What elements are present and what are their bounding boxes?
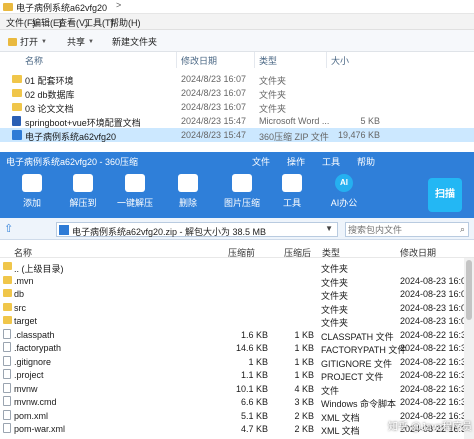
tools-icon (282, 174, 302, 192)
add-button[interactable]: 添加 (12, 174, 52, 214)
zip-list-item[interactable]: .project 1.1 KB 1 KB PROJECT 文件 2024-08-22 1… (0, 368, 474, 382)
zip-title-bar: 电子病例系统a62vfg20 - 360压缩 文件 操作 工具 帮助 (0, 152, 474, 170)
ai-icon: AI (335, 174, 353, 192)
zip-menu-tools[interactable]: 工具 (322, 155, 340, 168)
column-type[interactable]: 类型 (259, 54, 277, 67)
zip-list-item[interactable]: .mvn 文件夹 2024-08-23 16:08 (0, 274, 474, 288)
zip-list-item[interactable]: .gitignore 1 KB 1 KB GITIGNORE 文件 2024-08-22… (0, 355, 474, 369)
zip-list-item[interactable]: .. (上级目录) 文件夹 (0, 260, 474, 274)
open-icon (8, 37, 17, 46)
trash-icon (178, 174, 198, 192)
one-click-extract-icon (125, 174, 145, 192)
folder-icon (3, 275, 12, 284)
explorer-toolbar: 打开 ▼ 共享 ▼ 新建文件夹 (0, 30, 474, 52)
chevron-down-icon[interactable]: ▼ (325, 224, 333, 233)
new-folder-button[interactable]: 新建文件夹 (112, 35, 157, 48)
file-icon (3, 409, 11, 420)
open-button[interactable]: 打开 ▼ (8, 35, 47, 48)
scrollbar[interactable] (464, 258, 474, 439)
file-row[interactable]: springboot+vue环境配置文档 2024/8/23 15:47 Mic… (0, 114, 474, 128)
zip-list-item[interactable]: db 文件夹 2024-08-23 16:08 (0, 287, 474, 301)
column-name[interactable]: 名称 (25, 54, 43, 67)
zip-list-item[interactable]: mvnw 10.1 KB 4 KB 文件 2024-08-22 16:33 (0, 382, 474, 396)
column-packed[interactable]: 压缩后 (284, 246, 311, 259)
search-input[interactable] (348, 224, 452, 235)
zip-list-item[interactable]: src 文件夹 2024-08-23 16:08 (0, 301, 474, 315)
zip-list-item[interactable]: .classpath 1.6 KB 1 KB CLASSPATH 文件 2024-08-… (0, 328, 474, 342)
zip-address-bar: ⇧ 电子病例系统a62vfg20.zip - 解包大小为 38.5 MB ▼ ⌕ (0, 218, 474, 240)
share-button[interactable]: 共享 ▼ (67, 35, 94, 48)
scan-button[interactable]: 扫描 (428, 178, 462, 212)
scrollbar-thumb[interactable] (466, 260, 472, 320)
search-icon[interactable]: ⌕ (460, 224, 465, 235)
folder-icon (12, 89, 22, 97)
file-icon (3, 355, 11, 366)
zip-list-item[interactable]: target 文件夹 2024-08-23 16:08 (0, 314, 474, 328)
chevron-down-icon: ▼ (88, 38, 94, 45)
folder-icon (12, 75, 22, 83)
column-date[interactable]: 修改日期 (181, 54, 217, 67)
file-icon (3, 369, 11, 379)
up-arrow-icon[interactable]: ⇧ (4, 222, 18, 236)
folder-icon (3, 316, 12, 324)
explorer-title-bar: 电子病例系统a62vfg20 > (0, 0, 474, 14)
file-row[interactable]: 01 配套环境 2024/8/23 16:07 文件夹 (0, 72, 474, 86)
file-icon (3, 396, 11, 406)
file-row[interactable]: 03 论文文档 2024/8/23 16:07 文件夹 (0, 100, 474, 114)
zip-icon (59, 225, 69, 235)
watermark: 知乎 @Java程序员 (388, 422, 473, 433)
column-size[interactable]: 大小 (331, 54, 349, 67)
zip-menu-operate[interactable]: 操作 (287, 155, 305, 168)
breadcrumb-separator[interactable]: > (116, 0, 121, 10)
add-icon (22, 174, 42, 192)
zip-column-header: 名称 压缩前 压缩后 类型 修改日期 (0, 244, 474, 258)
column-size[interactable]: 压缩前 (228, 246, 255, 259)
ai-office-button[interactable]: AI AI办公 (324, 174, 364, 214)
folder-icon (12, 103, 22, 111)
zip-title: 电子病例系统a62vfg20 - 360压缩 (6, 157, 139, 167)
zip-toolbar: 添加 解压到 一键解压 删除 图片压缩 工具 AI AI办公 (0, 170, 474, 218)
file-icon (3, 423, 11, 433)
zip-list-item[interactable]: .factorypath 14.6 KB 1 KB FACTORYPATH 文件 202… (0, 341, 474, 355)
extract-icon (73, 174, 93, 192)
explorer-menu-bar: 文件(F) 编辑(E) 查看(V) 工具(T) 帮助(H) (0, 14, 474, 30)
folder-icon (3, 3, 13, 11)
zip-menu-help[interactable]: 帮助 (357, 155, 375, 168)
column-name[interactable]: 名称 (14, 246, 32, 259)
menu-help[interactable]: 帮助(H) (110, 16, 141, 29)
explorer-column-header: 名称 修改日期 类型 大小 (0, 52, 474, 68)
zip-menu-file[interactable]: 文件 (252, 155, 270, 168)
file-icon (3, 342, 11, 352)
folder-icon (3, 302, 12, 311)
image-compress-button[interactable]: 图片压缩 (222, 174, 262, 214)
zip-icon (12, 130, 22, 140)
word-doc-icon (12, 116, 21, 126)
column-modified[interactable]: 修改日期 (400, 246, 436, 259)
image-compress-icon (232, 174, 252, 192)
explorer-title: 电子病例系统a62vfg20 (16, 3, 108, 13)
file-icon (3, 328, 11, 339)
tools-button[interactable]: 工具 (272, 174, 312, 214)
column-type[interactable]: 类型 (322, 246, 340, 259)
extract-to-button[interactable]: 解压到 (63, 174, 103, 214)
chevron-down-icon: ▼ (41, 38, 47, 45)
file-icon (3, 382, 11, 393)
folder-icon (3, 262, 12, 270)
folder-icon (3, 289, 12, 297)
delete-button[interactable]: 删除 (168, 174, 208, 214)
one-click-extract-button[interactable]: 一键解压 (115, 174, 155, 214)
address-field[interactable]: 电子病例系统a62vfg20.zip - 解包大小为 38.5 MB ▼ (56, 222, 338, 237)
file-row[interactable]: 02 db数据库 2024/8/23 16:07 文件夹 (0, 86, 474, 100)
file-row-selected[interactable]: 电子病例系统a62vfg20 2024/8/23 15:47 360压缩 ZIP… (0, 128, 474, 142)
search-box[interactable]: ⌕ (345, 222, 469, 237)
zip-list-item[interactable]: mvnw.cmd 6.6 KB 3 KB Windows 命令脚本 2024-08-22… (0, 395, 474, 409)
